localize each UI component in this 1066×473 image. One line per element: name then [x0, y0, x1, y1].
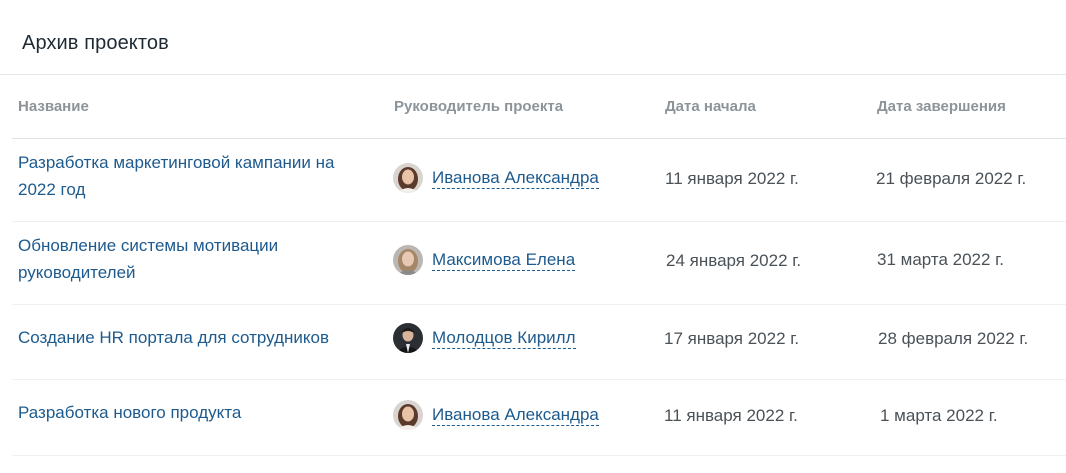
project-lead-link[interactable]: Молодцов Кирилл	[432, 327, 576, 349]
table-row: Обновление системы мотивации руководител…	[12, 222, 1066, 305]
end-date: 1 марта 2022 г.	[880, 406, 998, 425]
start-date: 11 января 2022 г.	[664, 406, 798, 425]
woman-brown-hair-avatar[interactable]	[393, 163, 423, 193]
column-header-end-date[interactable]: Дата завершения	[877, 98, 1006, 115]
start-date: 11 января 2022 г.	[665, 169, 799, 188]
project-name-link[interactable]: Разработка нового продукта	[18, 399, 358, 426]
man-dark-suit-avatar[interactable]	[393, 323, 423, 353]
table-row: Разработка нового продукта Иванова Алекс…	[12, 380, 1066, 456]
project-name-link[interactable]: Разработка маркетинговой кампании на 202…	[18, 149, 358, 203]
project-lead-link[interactable]: Иванова Александра	[432, 404, 599, 426]
column-header-name[interactable]: Название	[18, 98, 89, 115]
project-lead-link[interactable]: Максимова Елена	[432, 249, 576, 271]
end-date: 31 марта 2022 г.	[877, 250, 1005, 269]
woman-brown-hair-avatar[interactable]	[393, 400, 423, 430]
project-name-link[interactable]: Обновление системы мотивации руководител…	[18, 232, 358, 286]
table-row: Разработка маркетинговой кампании на 202…	[12, 139, 1066, 222]
table-header: Название Руководитель проекта Дата начал…	[12, 75, 1066, 139]
project-lead: Максимова Елена	[393, 244, 576, 276]
project-lead: Молодцов Кирилл	[393, 322, 576, 354]
end-date: 21 февраля 2022 г.	[876, 169, 1027, 188]
start-date: 17 января 2022 г.	[664, 329, 800, 348]
column-header-start-date[interactable]: Дата начала	[665, 98, 756, 115]
projects-archive-panel: Архив проектов Название Руководитель про…	[0, 0, 1066, 473]
page-title: Архив проектов	[22, 32, 169, 54]
project-lead: Иванова Александра	[393, 399, 599, 431]
start-date: 24 января 2022 г.	[666, 251, 802, 270]
projects-table: Название Руководитель проекта Дата начал…	[12, 75, 1066, 456]
project-lead: Иванова Александра	[393, 162, 599, 194]
table-row: Создание HR портала для сотрудников Моло…	[12, 305, 1066, 380]
project-lead-link[interactable]: Иванова Александра	[432, 167, 599, 189]
woman-blonde-hair-avatar[interactable]	[393, 245, 423, 275]
column-header-lead[interactable]: Руководитель проекта	[394, 98, 563, 115]
end-date: 28 февраля 2022 г.	[878, 329, 1029, 348]
project-name-link[interactable]: Создание HR портала для сотрудников	[18, 324, 358, 351]
